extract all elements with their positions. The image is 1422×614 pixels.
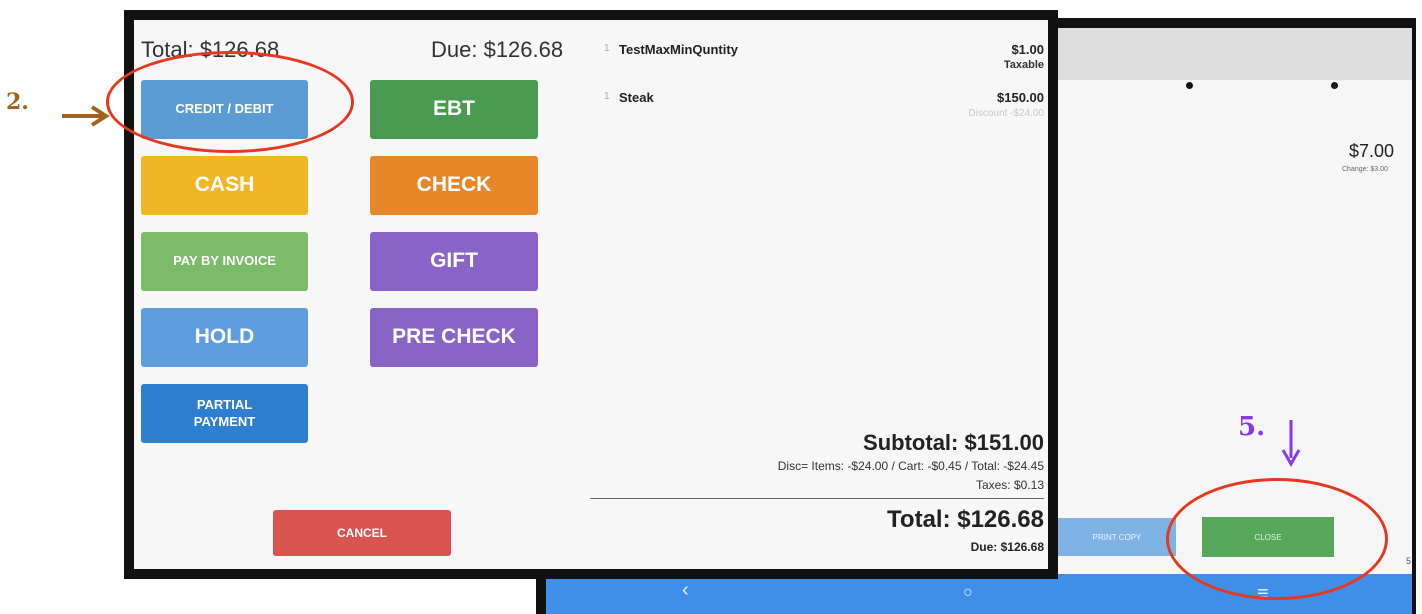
- step-5-arrow-icon: [1281, 420, 1301, 468]
- nav-home-icon[interactable]: ○: [963, 583, 973, 603]
- back-dot-1: [1186, 82, 1193, 89]
- totals-divider: [590, 498, 1044, 499]
- gift-button[interactable]: GIFT: [370, 232, 538, 291]
- item-discount: Discount -$24.00: [968, 108, 1044, 119]
- ebt-button[interactable]: EBT: [370, 80, 538, 139]
- pay-by-invoice-button[interactable]: PAY BY INVOICE: [141, 232, 308, 291]
- change-caption: Change: $3.00: [1342, 166, 1388, 173]
- check-button[interactable]: CHECK: [370, 156, 538, 215]
- cash-button[interactable]: CASH: [141, 156, 308, 215]
- step-2-label: 2.: [6, 89, 29, 115]
- item-price: $1.00: [1011, 42, 1044, 57]
- cart-item[interactable]: 1 TestMaxMinQuntity $1.00 Taxable: [604, 42, 1044, 82]
- amount-due: Due: $126.68: [970, 540, 1044, 554]
- change-amount: $7.00: [1349, 141, 1395, 161]
- item-quantity: 1: [604, 43, 610, 54]
- step-5-label: 5.: [1238, 412, 1266, 442]
- step-2-arrow-icon: [62, 105, 110, 127]
- highlight-close-button: [1166, 478, 1388, 600]
- print-copy-button[interactable]: PRINT COPY: [1058, 518, 1176, 556]
- item-taxable-label: Taxable: [1003, 59, 1044, 71]
- back-side-number: 5: [1406, 556, 1412, 566]
- subtotal: Subtotal: $151.00: [863, 430, 1044, 455]
- header-due: Due: $126.68: [431, 37, 564, 62]
- back-dot-2: [1331, 82, 1338, 89]
- grand-total: Total: $126.68: [887, 506, 1044, 533]
- highlight-credit-debit: [106, 51, 354, 153]
- hold-button[interactable]: HOLD: [141, 308, 308, 367]
- discount-summary: Disc= Items: -$24.00 / Cart: -$0.45 / To…: [777, 459, 1044, 473]
- cart-item[interactable]: 1 Steak $150.00 Discount -$24.00: [604, 90, 1044, 130]
- cancel-button[interactable]: CANCEL: [273, 510, 451, 556]
- pre-check-button[interactable]: PRE CHECK: [370, 308, 538, 367]
- partial-payment-button[interactable]: PARTIAL PAYMENT: [141, 384, 308, 443]
- nav-back-icon[interactable]: ‹: [682, 580, 689, 600]
- item-name: Steak: [619, 90, 654, 105]
- item-name: TestMaxMinQuntity: [619, 42, 738, 57]
- item-price: $150.00: [997, 90, 1044, 105]
- item-quantity: 1: [604, 91, 610, 102]
- taxes: Taxes: $0.13: [975, 478, 1044, 492]
